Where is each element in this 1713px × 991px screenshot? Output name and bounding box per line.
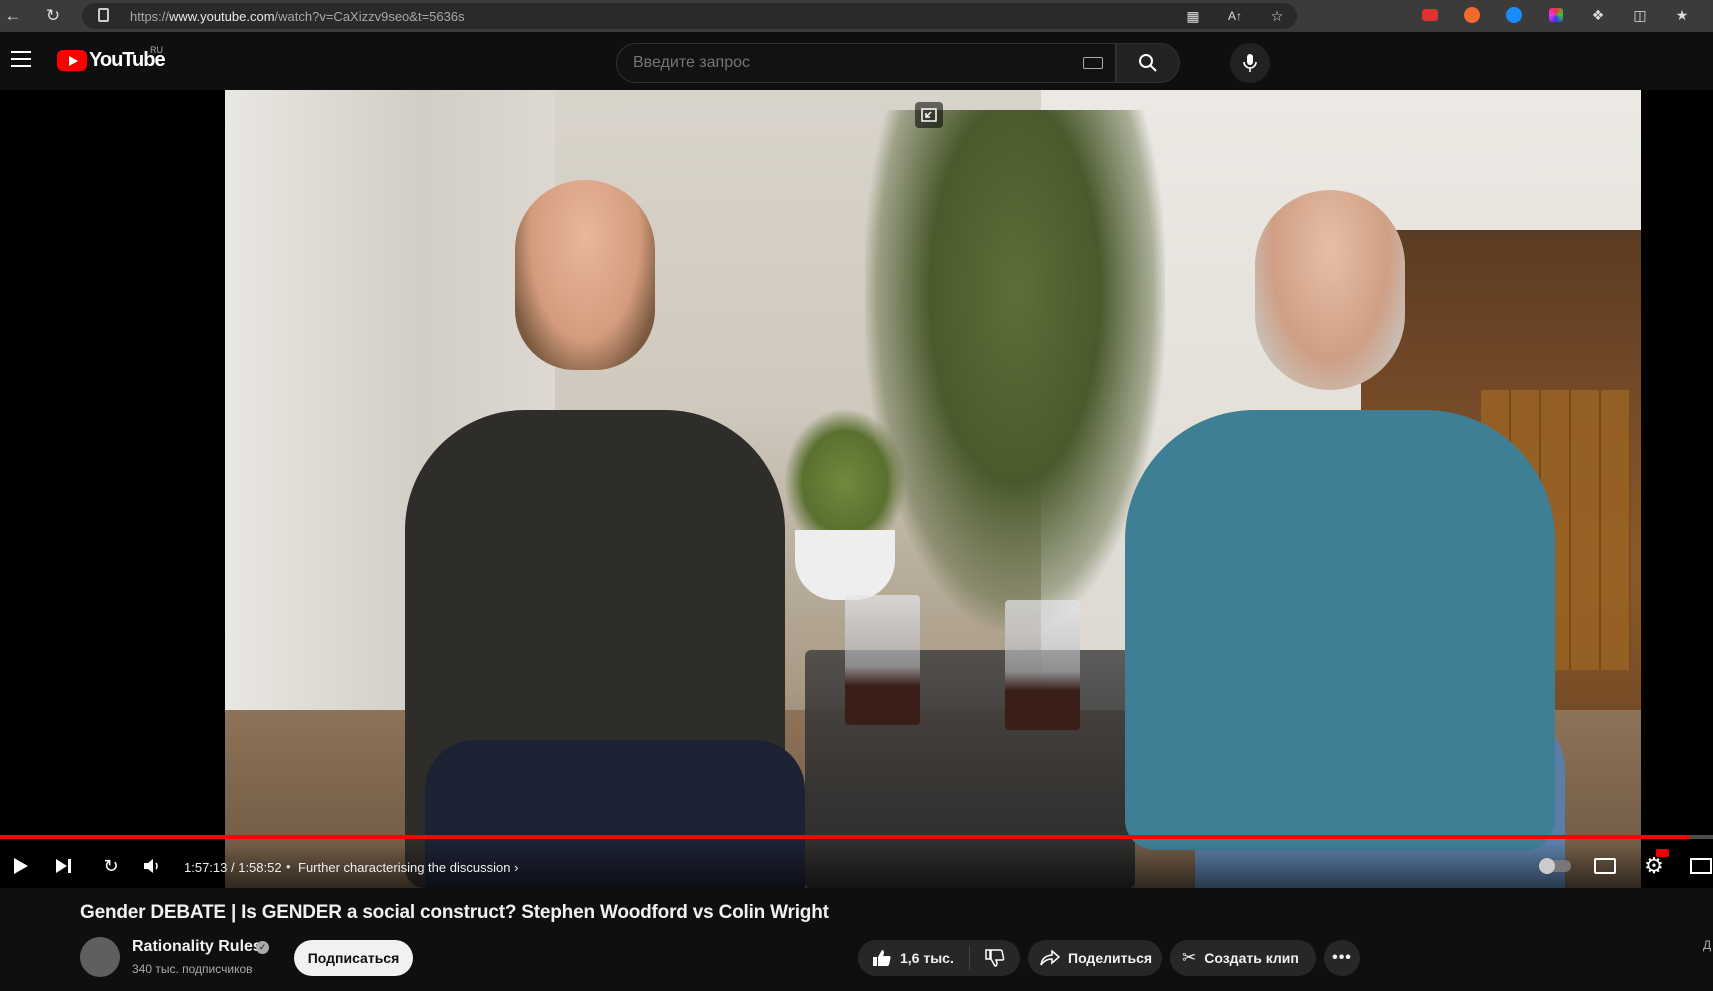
video-person-right	[1125, 190, 1565, 888]
video-title: Gender DEBATE | Is GENDER a social const…	[80, 902, 829, 923]
apps-icon[interactable]: ▦	[1183, 6, 1203, 26]
color-extension-icon[interactable]	[1546, 5, 1566, 25]
menu-icon[interactable]	[11, 51, 31, 67]
chevron-right-icon: ›	[514, 860, 519, 875]
lock-icon	[98, 8, 109, 22]
brave-extension-icon[interactable]	[1462, 5, 1482, 25]
search-button[interactable]	[1116, 43, 1180, 83]
thumbs-up-icon	[873, 950, 891, 966]
exit-miniplayer-icon[interactable]	[915, 102, 943, 128]
verified-icon: ✓	[256, 941, 269, 954]
next-icon	[56, 859, 71, 873]
microphone-icon	[1243, 54, 1257, 72]
subscriber-count: 340 тыс. подписчиков	[132, 962, 253, 976]
split-screen-icon[interactable]: ◫	[1630, 5, 1650, 25]
clip-label: Создать клип	[1204, 950, 1299, 966]
read-aloud-icon[interactable]: A↑	[1225, 6, 1245, 26]
next-button[interactable]	[51, 853, 77, 879]
back-icon[interactable]: ←	[0, 3, 26, 29]
video-person-left	[405, 180, 805, 888]
like-button[interactable]: 1,6 тыс.	[858, 946, 970, 970]
create-clip-button[interactable]: ✂ Создать клип	[1170, 940, 1316, 976]
more-horizontal-icon: •••	[1332, 949, 1352, 966]
progress-bar[interactable]	[0, 835, 1713, 839]
keyboard-icon[interactable]	[1083, 57, 1103, 69]
time-display: 1:57:13 / 1:58:52	[184, 860, 282, 875]
youtube-play-logo-icon	[57, 50, 87, 71]
region-label: RU	[150, 45, 163, 55]
settings-button[interactable]: ⚙	[1641, 849, 1669, 879]
play-button[interactable]	[8, 853, 34, 879]
share-icon	[1040, 950, 1060, 966]
search-input[interactable]	[633, 54, 1033, 72]
video-glass	[1005, 600, 1080, 730]
subtitles-icon	[1594, 858, 1616, 874]
progress-played	[0, 835, 1690, 839]
video-frame[interactable]	[225, 90, 1641, 888]
player-controls: ↻ 1:57:13 / 1:58:52 • Further characteri…	[0, 843, 1713, 888]
favorites-icon[interactable]: ★	[1672, 5, 1692, 25]
extensions-puzzle-icon[interactable]: ❖	[1588, 5, 1608, 25]
channel-name[interactable]: Rationality Rules	[132, 938, 262, 956]
video-plant	[865, 110, 1165, 630]
browser-toolbar: ← ↻ https://www.youtube.com/watch?v=CaXi…	[0, 0, 1713, 32]
video-pot	[795, 530, 895, 600]
like-count: 1,6 тыс.	[900, 950, 954, 966]
miniplayer-button[interactable]	[1688, 853, 1713, 879]
youtube-logo[interactable]: YouTube	[57, 49, 166, 72]
favorite-star-icon[interactable]: ☆	[1267, 6, 1287, 26]
volume-button[interactable]	[139, 853, 165, 879]
shazam-extension-icon[interactable]	[1504, 5, 1524, 25]
volume-icon	[144, 859, 158, 873]
subscribe-button[interactable]: Подписаться	[294, 940, 413, 976]
video-player[interactable]: ↻ 1:57:13 / 1:58:52 • Further characteri…	[0, 90, 1713, 888]
chapter-title[interactable]: Further characterising the discussion ›	[298, 860, 518, 875]
sidebar-partial-text: Д	[1703, 938, 1712, 952]
miniplayer-icon	[1690, 858, 1712, 874]
scissors-icon: ✂	[1182, 948, 1197, 967]
autoplay-loop-button[interactable]: ↻	[98, 853, 124, 879]
reload-icon[interactable]: ↻	[40, 3, 66, 29]
more-actions-button[interactable]: •••	[1324, 940, 1360, 976]
loop-icon: ↻	[103, 855, 119, 876]
url-text: https://www.youtube.com/watch?v=CaXizzv9…	[130, 8, 465, 24]
video-small-plant	[785, 410, 905, 530]
thumbs-down-icon	[985, 949, 1005, 967]
autoplay-toggle[interactable]	[1538, 853, 1572, 879]
search-box	[616, 43, 1116, 83]
play-icon	[14, 858, 28, 874]
autoplay-toggle-icon	[1539, 858, 1571, 874]
like-dislike-group: 1,6 тыс.	[858, 940, 1020, 976]
youtube-extension-icon[interactable]	[1420, 5, 1440, 25]
search-icon	[1139, 54, 1157, 72]
channel-avatar[interactable]	[80, 937, 120, 977]
chapter-separator: •	[286, 859, 291, 874]
address-bar[interactable]: https://www.youtube.com/watch?v=CaXizzv9…	[82, 3, 1297, 29]
share-label: Поделиться	[1068, 950, 1153, 966]
hd-badge	[1656, 849, 1669, 857]
voice-search-button[interactable]	[1230, 43, 1270, 83]
share-button[interactable]: Поделиться	[1028, 940, 1162, 976]
video-glass	[845, 595, 920, 725]
dislike-button[interactable]	[970, 949, 1020, 967]
subtitles-button[interactable]	[1592, 853, 1618, 879]
